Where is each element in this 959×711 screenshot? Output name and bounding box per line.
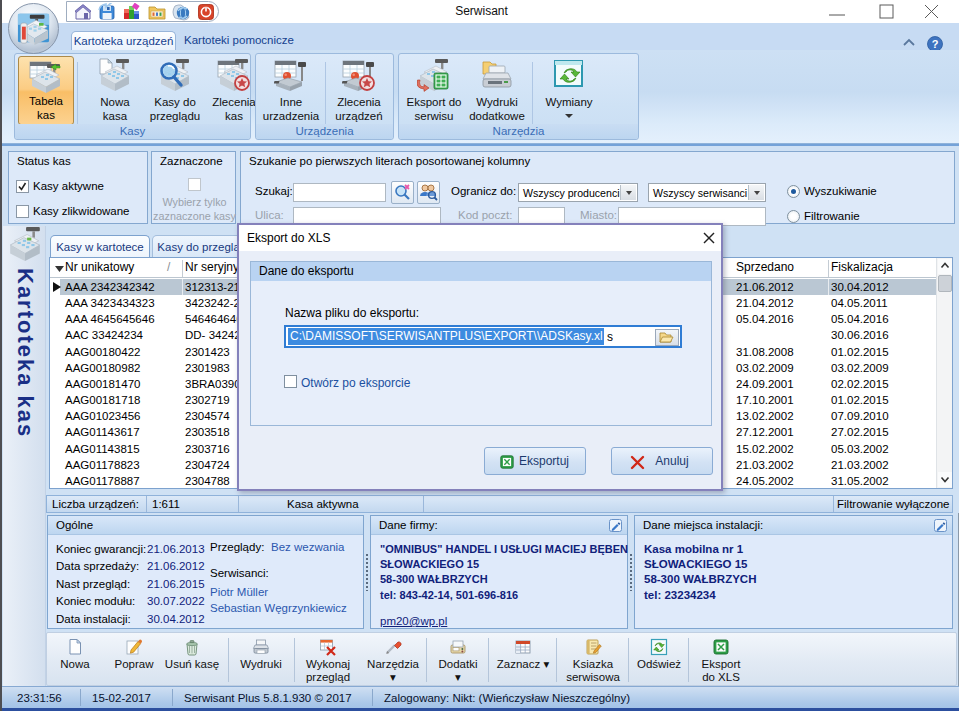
svg-text:?: ? <box>932 38 939 50</box>
